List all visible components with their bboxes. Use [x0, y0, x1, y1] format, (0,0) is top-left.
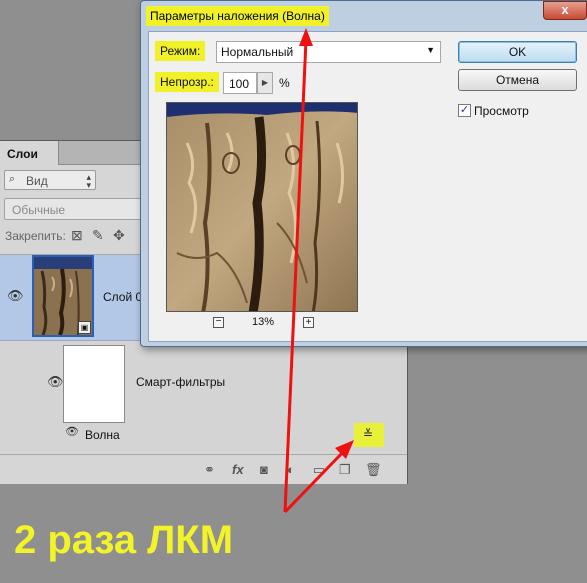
preview-image[interactable]	[166, 102, 358, 312]
mode-value: Нормальный	[221, 45, 294, 59]
layer-name[interactable]: Слой 0	[103, 290, 142, 304]
mask-icon[interactable]: ◙	[260, 462, 268, 477]
blend-mode-select[interactable]: Обычные	[4, 198, 144, 220]
close-button[interactable]: x	[543, 1, 587, 20]
filter-kind-select[interactable]: ⌕ Вид ▴ ▾	[4, 170, 96, 190]
zoom-out-button[interactable]: −	[213, 317, 224, 328]
layer-thumbnail[interactable]: ▣	[32, 255, 94, 337]
adjustment-icon[interactable]: ◐	[287, 462, 295, 477]
dialog-titlebar[interactable]: Параметры наложения (Волна) x	[141, 1, 587, 31]
preview-checkbox[interactable]: ✓	[458, 104, 471, 117]
trash-icon[interactable]: 🗑	[365, 462, 382, 478]
folder-icon[interactable]: ▭	[313, 462, 325, 478]
opacity-input[interactable]: 100	[223, 72, 257, 94]
mode-select[interactable]: Нормальный ▼	[216, 41, 441, 63]
smart-filters-label: Смарт-фильтры	[136, 375, 226, 389]
chevron-down-icon: ▼	[426, 45, 435, 55]
updown-icon: ▴ ▾	[86, 172, 91, 190]
filter-mask-thumbnail[interactable]	[63, 345, 125, 423]
panel-footer: ⚭ fx ◙ ◐ ▭ ❐ 🗑	[0, 454, 407, 484]
mode-label: Режим:	[155, 41, 206, 61]
preview-label[interactable]: Просмотр	[474, 104, 529, 118]
tab-layers[interactable]: Слои	[0, 141, 59, 165]
move-icon[interactable]: ✥	[113, 227, 125, 244]
opacity-label: Непрозр.:	[155, 72, 219, 92]
filter-options-icon[interactable]: ≚	[354, 423, 384, 447]
lock-transparent-icon[interactable]: ⊠	[71, 227, 83, 244]
eye-icon[interactable]: 👁	[65, 425, 79, 438]
fx-icon[interactable]: fx	[232, 462, 244, 477]
smart-filter-row[interactable]: 👁 Смарт-фильтры 👁 Волна	[0, 341, 405, 453]
smart-object-icon: ▣	[78, 321, 91, 334]
zoom-level: 13%	[252, 316, 275, 328]
cancel-button[interactable]: Отмена	[458, 69, 577, 91]
annotation-text: 2 раза ЛКМ	[14, 518, 234, 562]
zoom-in-button[interactable]: +	[303, 317, 314, 328]
brush-icon[interactable]: ✎	[92, 227, 104, 244]
search-icon: ⌕	[9, 173, 16, 185]
eye-icon[interactable]: 👁	[7, 288, 24, 304]
eye-icon[interactable]: 👁	[47, 374, 64, 390]
filter-name[interactable]: Волна	[85, 428, 120, 442]
preview-image-graphic	[167, 103, 357, 311]
opacity-unit: %	[279, 76, 290, 90]
lock-label: Закрепить:	[5, 229, 66, 243]
dialog-content: Режим: Нормальный ▼ Непрозр.: 100 ▶ % − …	[148, 31, 587, 342]
dialog-title: Параметры наложения (Волна)	[146, 6, 329, 26]
filter-kind-label: Вид	[26, 174, 48, 188]
link-icon[interactable]: ⚭	[204, 462, 215, 478]
ok-button[interactable]: OK	[458, 41, 577, 63]
opacity-slider-button[interactable]: ▶	[257, 72, 273, 94]
blending-options-dialog: Параметры наложения (Волна) x Режим: Нор…	[140, 0, 587, 347]
new-layer-icon[interactable]: ❐	[339, 462, 351, 478]
